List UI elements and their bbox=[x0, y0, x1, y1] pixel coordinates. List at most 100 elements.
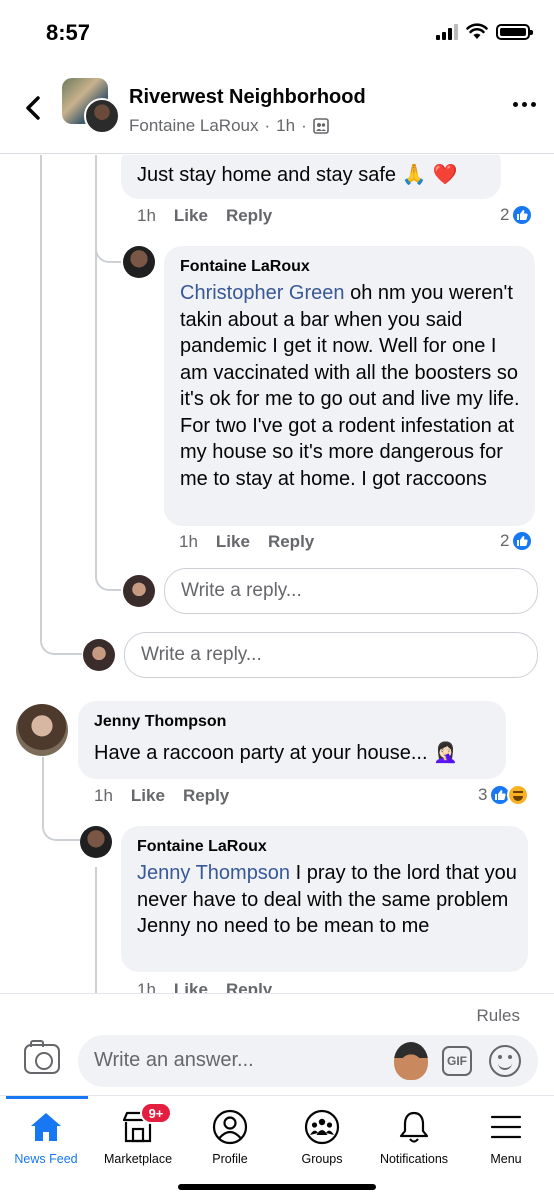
commenter-avatar[interactable] bbox=[80, 826, 112, 858]
bell-icon bbox=[394, 1108, 434, 1146]
comment-bubble[interactable]: Just stay home and stay safe 🙏 ❤️ bbox=[121, 155, 501, 199]
commenter-avatar[interactable] bbox=[123, 246, 155, 278]
emoji-icon[interactable] bbox=[489, 1045, 521, 1077]
comment-text: Christopher Green oh nm you weren't taki… bbox=[180, 282, 520, 490]
marketplace-icon: 9+ bbox=[118, 1102, 172, 1146]
reaction-summary[interactable]: 3 bbox=[478, 784, 530, 806]
camera-icon[interactable] bbox=[24, 1040, 60, 1074]
reaction-count: 2 bbox=[500, 531, 510, 550]
like-button[interactable]: Like bbox=[174, 980, 208, 993]
menu-icon bbox=[486, 1108, 526, 1146]
wifi-icon bbox=[466, 23, 488, 39]
reply-input[interactable]: Write a reply... bbox=[124, 632, 538, 678]
reaction-count: 3 bbox=[478, 785, 488, 804]
home-indicator bbox=[178, 1184, 376, 1190]
post-author[interactable]: Fontaine LaRoux bbox=[129, 116, 258, 136]
comment-bubble[interactable]: Fontaine LaRoux Jenny Thompson I pray to… bbox=[121, 826, 528, 972]
mention-link[interactable]: Christopher Green bbox=[180, 282, 345, 304]
haha-reaction-icon bbox=[507, 784, 530, 806]
comment-actions: 1h Like Reply bbox=[137, 206, 272, 226]
reaction-summary[interactable]: 2 bbox=[500, 204, 534, 226]
chevron-left-icon bbox=[26, 96, 40, 120]
tab-label: Groups bbox=[301, 1152, 343, 1166]
emoji: 🤦🏻‍♀️ bbox=[433, 740, 458, 764]
battery-icon bbox=[496, 23, 533, 40]
comment-bubble[interactable]: Fontaine LaRoux Christopher Green oh nm … bbox=[164, 246, 535, 526]
mention-link[interactable]: Jenny Thompson bbox=[137, 862, 290, 884]
thread-line bbox=[95, 235, 121, 263]
answer-placeholder: Write an answer... bbox=[94, 1049, 254, 1071]
comment-author[interactable]: Fontaine LaRoux bbox=[180, 258, 310, 276]
answer-composer: Rules Write an answer... GIF bbox=[0, 993, 554, 1095]
comment-text: Just stay home and stay safe 🙏 ❤️ bbox=[137, 162, 458, 186]
my-avatar bbox=[123, 575, 155, 607]
reply-button[interactable]: Reply bbox=[226, 206, 272, 226]
reaction-summary[interactable]: 2 bbox=[500, 530, 534, 552]
emoji: 🙏 ❤️ bbox=[401, 162, 458, 186]
reply-input-placeholder: Write a reply... bbox=[181, 580, 302, 601]
comment-time[interactable]: 1h bbox=[137, 980, 156, 993]
post-subtitle: Fontaine LaRoux · 1h · bbox=[129, 116, 329, 136]
gif-button[interactable]: GIF bbox=[442, 1046, 472, 1076]
thread-line bbox=[42, 795, 80, 841]
post-header: Riverwest Neighborhood Fontaine LaRoux ·… bbox=[0, 64, 554, 154]
comment-time[interactable]: 1h bbox=[179, 532, 198, 552]
separator: · bbox=[301, 116, 307, 135]
more-options-button[interactable] bbox=[513, 102, 536, 107]
tab-groups[interactable]: Groups bbox=[276, 1108, 368, 1168]
thread-line bbox=[40, 625, 82, 655]
thumbs-up-icon bbox=[511, 204, 534, 226]
home-icon bbox=[26, 1108, 66, 1146]
reply-button[interactable]: Reply bbox=[226, 980, 272, 993]
status-icons bbox=[436, 23, 533, 40]
comment-actions: 1h Like Reply bbox=[137, 980, 272, 993]
comment-thread: Just stay home and stay safe 🙏 ❤️ 1h Lik… bbox=[0, 155, 554, 993]
comment-author[interactable]: Jenny Thompson bbox=[94, 713, 226, 731]
avatar-sticker-icon[interactable] bbox=[394, 1042, 428, 1080]
comment-time[interactable]: 1h bbox=[137, 206, 156, 226]
group-avatar[interactable] bbox=[62, 78, 120, 134]
notification-badge: 9+ bbox=[140, 1102, 172, 1124]
thread-line bbox=[95, 867, 97, 993]
reaction-count: 2 bbox=[500, 205, 510, 224]
tab-news-feed[interactable]: News Feed bbox=[0, 1108, 92, 1168]
tab-notifications[interactable]: Notifications bbox=[368, 1108, 460, 1168]
rules-link[interactable]: Rules bbox=[477, 1006, 520, 1026]
back-button[interactable] bbox=[18, 90, 48, 126]
separator: · bbox=[264, 116, 271, 135]
reply-input[interactable]: Write a reply... bbox=[164, 568, 538, 614]
post-time[interactable]: 1h bbox=[276, 116, 295, 136]
my-avatar bbox=[83, 639, 115, 671]
comment-bubble[interactable]: Jenny Thompson Have a raccoon party at y… bbox=[78, 701, 506, 779]
commenter-avatar[interactable] bbox=[16, 704, 68, 756]
like-button[interactable]: Like bbox=[174, 206, 208, 226]
tab-menu[interactable]: Menu bbox=[460, 1108, 552, 1168]
reply-button[interactable]: Reply bbox=[183, 786, 229, 806]
status-bar: 8:57 bbox=[0, 0, 554, 64]
tab-profile[interactable]: Profile bbox=[184, 1108, 276, 1168]
tab-label: Notifications bbox=[379, 1152, 449, 1166]
tab-marketplace[interactable]: 9+ Marketplace bbox=[92, 1102, 184, 1168]
group-name[interactable]: Riverwest Neighborhood bbox=[129, 86, 366, 109]
like-button[interactable]: Like bbox=[131, 786, 165, 806]
groups-icon bbox=[302, 1108, 342, 1146]
group-privacy-icon bbox=[312, 118, 329, 134]
cellular-signal-icon bbox=[436, 23, 458, 40]
reply-button[interactable]: Reply bbox=[268, 532, 314, 552]
author-avatar bbox=[84, 98, 120, 134]
comment-text: Jenny Thompson I pray to the lord that y… bbox=[137, 862, 517, 937]
tab-label: Menu bbox=[490, 1152, 522, 1166]
tab-label: News Feed bbox=[14, 1152, 78, 1166]
comment-time[interactable]: 1h bbox=[94, 786, 113, 806]
status-time: 8:57 bbox=[46, 20, 91, 45]
like-button[interactable]: Like bbox=[216, 532, 250, 552]
comment-actions: 1h Like Reply bbox=[179, 532, 314, 552]
tab-label: Profile bbox=[212, 1152, 248, 1166]
thumbs-up-icon bbox=[511, 530, 534, 552]
comment-text: Have a raccoon party at your house... 🤦🏻… bbox=[94, 740, 458, 764]
comment-author[interactable]: Fontaine LaRoux bbox=[137, 838, 267, 856]
tab-label: Marketplace bbox=[103, 1152, 173, 1166]
thread-line bbox=[95, 155, 97, 565]
thread-line bbox=[95, 563, 121, 591]
answer-input[interactable]: Write an answer... GIF bbox=[78, 1035, 538, 1087]
